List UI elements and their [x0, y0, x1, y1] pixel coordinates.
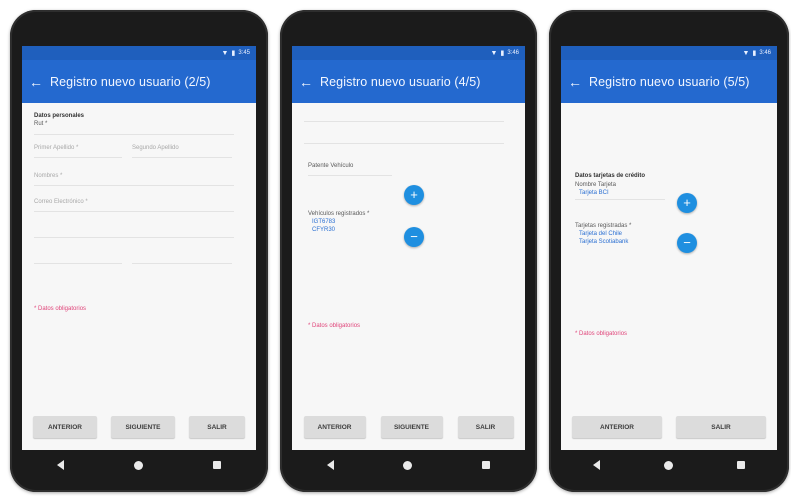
salir-button[interactable]: SALIR — [457, 416, 514, 438]
page-title: Registro nuevo usuario (5/5) — [589, 74, 750, 89]
screen-registro-4: ▼ ▮ 3:46 ← Registro nuevo usuario (4/5) … — [292, 46, 525, 450]
minus-icon[interactable]: − — [677, 233, 697, 253]
phone-frame-2: ▼ ▮ 3:46 ← Registro nuevo usuario (4/5) … — [280, 10, 537, 492]
card-item[interactable]: Tarjeta del Chile — [579, 231, 622, 237]
section-title: Datos tarjetas de crédito — [575, 173, 646, 179]
vehicles-label: Vehículos registrados * — [308, 211, 370, 217]
patente-label: Patente Vehículo — [308, 163, 354, 169]
primer-apellido-field[interactable]: Primer Apellido * — [34, 145, 78, 151]
cards-label: Tarjetas registradas * — [575, 223, 632, 229]
segundo-apellido-field[interactable]: Segundo Apellido — [132, 145, 179, 151]
wifi-icon: ▼ — [490, 49, 498, 57]
form-content: Patente Vehículo + Vehículos registrados… — [292, 103, 525, 404]
anterior-button[interactable]: ANTERIOR — [303, 416, 366, 438]
android-nav-bar — [292, 452, 525, 478]
page-title: Registro nuevo usuario (2/5) — [50, 74, 211, 89]
nav-home-icon[interactable] — [403, 460, 413, 470]
battery-icon: ▮ — [752, 50, 757, 57]
button-bar: ANTERIOR SALIR — [561, 404, 777, 450]
plus-icon[interactable]: + — [677, 193, 697, 213]
battery-icon: ▮ — [500, 50, 505, 57]
form-content: Datos personales Rut * Primer Apellido *… — [22, 103, 256, 404]
wifi-icon: ▼ — [221, 49, 229, 57]
nombres-field[interactable]: Nombres * — [34, 173, 62, 179]
battery-icon: ▮ — [231, 50, 236, 57]
plus-icon[interactable]: + — [404, 185, 424, 205]
status-bar: ▼ ▮ 3:46 — [561, 46, 777, 60]
nav-home-icon[interactable] — [134, 460, 143, 470]
rut-field[interactable] — [34, 134, 234, 135]
extra-field-underline-3[interactable] — [132, 263, 232, 264]
section-title: Datos personales — [34, 113, 85, 119]
android-nav-bar — [561, 452, 777, 478]
rut-label: Rut * — [34, 121, 48, 127]
app-bar: ← Registro nuevo usuario (2/5) — [22, 60, 256, 103]
card-item[interactable]: Tarjeta Scotiabank — [579, 239, 628, 245]
button-bar: ANTERIOR SIGUIENTE SALIR — [292, 404, 525, 450]
siguiente-button[interactable]: SIGUIENTE — [111, 416, 175, 438]
primer-apellido-underline — [34, 157, 122, 158]
vehicle-item[interactable]: CFYR30 — [312, 227, 335, 233]
phone-frame-3: ▼ ▮ 3:46 ← Registro nuevo usuario (5/5) … — [549, 10, 789, 492]
status-time: 3:46 — [507, 50, 519, 56]
segundo-apellido-underline — [132, 157, 232, 158]
mandatory-note: * Datos obligatorios — [34, 306, 87, 312]
mandatory-note: * Datos obligatorios — [308, 323, 361, 329]
arrow-left-icon[interactable]: ← — [22, 74, 50, 90]
screen-registro-2: ▼ ▮ 3:45 ← Registro nuevo usuario (2/5) … — [22, 46, 256, 450]
screen-registro-5: ▼ ▮ 3:46 ← Registro nuevo usuario (5/5) … — [561, 46, 777, 450]
android-nav-bar — [22, 452, 256, 478]
salir-button[interactable]: SALIR — [676, 416, 766, 438]
status-time: 3:45 — [238, 50, 250, 56]
nav-back-icon[interactable] — [593, 460, 600, 470]
mandatory-note: * Datos obligatorios — [575, 331, 628, 337]
nav-back-icon[interactable] — [57, 460, 64, 470]
minus-icon[interactable]: − — [404, 227, 424, 247]
app-bar: ← Registro nuevo usuario (5/5) — [561, 60, 777, 103]
nav-recent-icon[interactable] — [482, 461, 491, 469]
nav-recent-icon[interactable] — [213, 461, 221, 469]
card-name-label: Nombre Tarjeta — [575, 182, 616, 188]
arrow-left-icon[interactable]: ← — [292, 74, 320, 90]
status-time: 3:46 — [759, 50, 771, 56]
extra-field-underline-2[interactable] — [34, 263, 122, 264]
arrow-left-icon[interactable]: ← — [561, 74, 589, 90]
page-title: Registro nuevo usuario (4/5) — [320, 74, 481, 89]
card-name-value[interactable]: Tarjeta BCI — [579, 190, 609, 196]
siguiente-button[interactable]: SIGUIENTE — [380, 416, 443, 438]
anterior-button[interactable]: ANTERIOR — [572, 416, 662, 438]
patente-field[interactable] — [308, 175, 392, 176]
nombres-underline — [34, 185, 234, 186]
status-bar: ▼ ▮ 3:45 — [22, 46, 256, 60]
extra-field-underline[interactable] — [34, 237, 234, 238]
salir-button[interactable]: SALIR — [189, 416, 245, 438]
wifi-icon: ▼ — [742, 49, 750, 57]
nav-home-icon[interactable] — [664, 460, 673, 470]
phone-frame-1: ▼ ▮ 3:45 ← Registro nuevo usuario (2/5) … — [10, 10, 268, 492]
button-bar: ANTERIOR SIGUIENTE SALIR — [22, 404, 256, 450]
card-name-field[interactable] — [575, 199, 665, 200]
nav-back-icon[interactable] — [326, 460, 334, 470]
faint-field-1[interactable] — [304, 121, 504, 122]
app-bar: ← Registro nuevo usuario (4/5) — [292, 60, 525, 103]
form-content: Datos tarjetas de crédito Nombre Tarjeta… — [561, 103, 777, 404]
status-bar: ▼ ▮ 3:46 — [292, 46, 525, 60]
correo-field[interactable]: Correo Electrónico * — [34, 199, 88, 205]
anterior-button[interactable]: ANTERIOR — [33, 416, 97, 438]
vehicle-item[interactable]: IGT6783 — [312, 219, 335, 225]
correo-underline — [34, 211, 234, 212]
nav-recent-icon[interactable] — [737, 461, 745, 469]
faint-field-2[interactable] — [304, 143, 504, 144]
